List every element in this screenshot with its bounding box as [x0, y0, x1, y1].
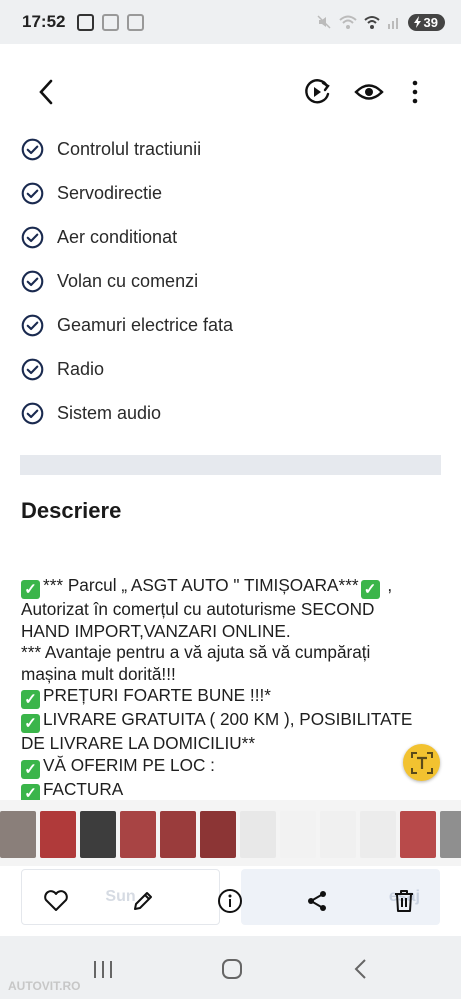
feature-item: Sistem audio: [0, 391, 461, 435]
more-vertical-icon: [412, 80, 418, 104]
description-line: HAND IMPORT,VANZARI ONLINE.: [21, 620, 291, 641]
chevron-left-icon: [39, 79, 53, 105]
gallery-icon: [127, 13, 145, 31]
features-list: Controlul tractiunii Servodirectie Aer c…: [0, 127, 461, 435]
status-notification-icons: [77, 13, 145, 31]
mute-icon: [317, 15, 331, 29]
feature-item: Servodirectie: [0, 171, 461, 215]
feature-label: Aer conditionat: [57, 226, 178, 247]
share-button[interactable]: [303, 887, 331, 915]
check-circle-icon: [21, 314, 44, 336]
text-scan-button[interactable]: [403, 744, 440, 781]
check-mark-icon: ✓: [21, 714, 40, 733]
feature-item: Aer conditionat: [0, 215, 461, 259]
favorite-button[interactable]: [42, 887, 70, 915]
system-nav-bar: AUTOVIT.RO: [0, 936, 461, 999]
bottom-toolbar: Sun esaj: [0, 866, 461, 936]
status-time: 17:52: [22, 12, 66, 31]
thumbnail[interactable]: [440, 810, 461, 858]
share-icon: [308, 891, 326, 911]
description-title: Descriere: [21, 498, 122, 523]
feature-item: Controlul tractiunii: [0, 127, 461, 171]
video-tour-button[interactable]: [297, 72, 337, 112]
description-body: ✓ *** Parcul „ ASGT AUTO " TIMIȘOARA*** ✓ …: [21, 575, 441, 803]
description-line: mașina mult dorită!!!: [21, 663, 176, 684]
feature-label: Servodirectie: [57, 182, 163, 203]
description-line: Autorizat în comerțul cu autoturisme SEC…: [21, 599, 375, 619]
recent-apps-icon: [94, 961, 112, 978]
check-mark-icon: ✓: [21, 690, 40, 709]
check-circle-icon: [21, 358, 44, 380]
feature-label: Radio: [57, 358, 105, 379]
battery-indicator: 39: [407, 13, 445, 31]
section-divider: [20, 455, 441, 475]
view-button[interactable]: [349, 72, 389, 112]
screen: 17:52 39 Controlul tractiunii Servodirec…: [0, 0, 461, 999]
description-line: *** Avantaje pentru a vă ajuta să vă cum…: [21, 642, 371, 662]
feature-label: Geamuri electrice fata: [57, 314, 234, 335]
heart-icon: [44, 890, 68, 911]
feature-item: Radio: [0, 347, 461, 391]
status-system-icons: 39: [316, 13, 445, 31]
check-circle-icon: [21, 402, 44, 424]
app-header: [0, 44, 461, 136]
thumbnail-strip: [0, 800, 461, 868]
thumbnail[interactable]: [40, 810, 76, 858]
home-icon: [222, 959, 242, 979]
play-rotate-icon: [305, 79, 330, 104]
check-circle-icon: [21, 138, 44, 160]
wifi-icon: [338, 15, 357, 29]
wifi-active-icon: [363, 16, 380, 29]
edit-button[interactable]: [129, 887, 157, 915]
check-circle-icon: [21, 270, 44, 292]
thumbnail[interactable]: [360, 810, 396, 858]
check-mark-icon: ✓: [360, 580, 380, 599]
check-mark-icon: ✓: [21, 759, 40, 779]
thumbnail[interactable]: [400, 810, 436, 858]
thumbnail[interactable]: [120, 810, 156, 858]
thumbnail[interactable]: [280, 810, 316, 858]
more-options-button[interactable]: [395, 72, 435, 112]
status-bar: 17:52 39: [0, 0, 461, 44]
feature-label: Sistem audio: [57, 402, 162, 423]
recent-apps-button[interactable]: [88, 956, 118, 982]
thumbnail[interactable]: [320, 810, 356, 858]
info-button[interactable]: [216, 887, 244, 915]
check-circle-icon: [21, 226, 44, 248]
system-back-button[interactable]: [346, 956, 376, 982]
pencil-icon: [134, 892, 152, 910]
check-circle-icon: [21, 182, 44, 204]
signal-icon: [387, 18, 398, 29]
home-button[interactable]: [217, 956, 247, 982]
trash-icon: [395, 890, 413, 912]
screenshot-icon: [77, 13, 95, 31]
back-button[interactable]: [26, 72, 66, 112]
eye-icon: [354, 84, 384, 100]
text-scan-icon: [410, 751, 433, 774]
check-mark-icon: ✓: [21, 580, 40, 599]
description-line: ✓ LIVRARE GRATUITA ( 200 KM ), POSIBILITA…: [21, 709, 441, 733]
feature-label: Controlul tractiunii: [57, 138, 202, 159]
info-icon: [218, 889, 242, 913]
battery-level: 39: [423, 14, 438, 30]
feature-item: Geamuri electrice fata: [0, 303, 461, 347]
app-notification-icon: [102, 13, 120, 31]
description-line: ✓ FACTURA: [21, 779, 441, 803]
back-arrow-icon: [354, 959, 366, 979]
thumbnail[interactable]: [200, 810, 236, 858]
description-line: ✓ VĂ OFERIM PE LOC :: [21, 755, 441, 779]
thumbnail[interactable]: [160, 810, 196, 858]
description-line: ✓ *** Parcul „ ASGT AUTO " TIMIȘOARA*** ✓ …: [21, 575, 441, 599]
description-line: ✓ PREȚURI FOARTE BUNE !!!*: [21, 685, 441, 709]
description-line: DE LIVRARE LA DOMICILIU**: [21, 733, 256, 753]
feature-item: Volan cu comenzi: [0, 259, 461, 303]
feature-label: Volan cu comenzi: [57, 270, 199, 291]
thumbnail[interactable]: [0, 810, 36, 858]
thumbnail[interactable]: [80, 810, 116, 858]
watermark: AUTOVIT.RO: [8, 979, 81, 993]
delete-button[interactable]: [390, 887, 418, 915]
charging-icon: [413, 16, 421, 28]
thumbnail[interactable]: [240, 810, 276, 858]
